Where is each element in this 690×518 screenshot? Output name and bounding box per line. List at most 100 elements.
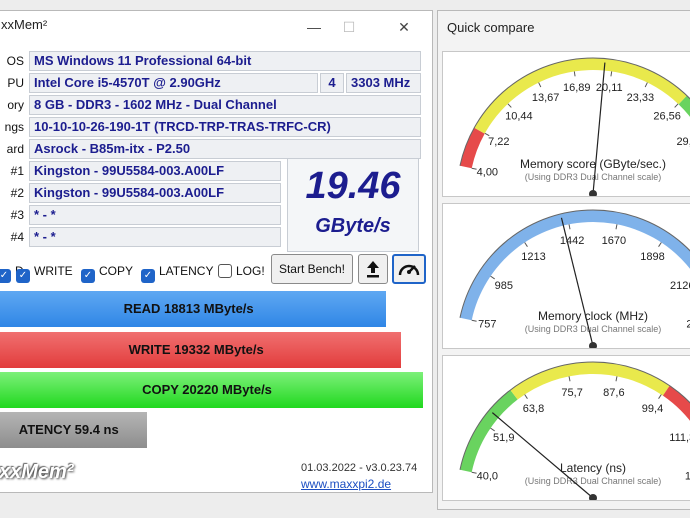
maximize-button[interactable]: ☐ [329, 13, 369, 41]
gauge-band-1 [510, 362, 670, 400]
minimize-button[interactable]: — [294, 13, 334, 41]
gauge-tick-label: 2355 [686, 319, 690, 331]
speedometer-icon [398, 264, 420, 276]
latency-result-row: ATENCY 59.4 ns [0, 412, 423, 448]
gauge-tick-label: 51,9 [493, 432, 514, 444]
speedometer-button[interactable] [392, 254, 426, 284]
latency-checkbox[interactable]: ✓ LATENCY [141, 262, 214, 283]
gauge-tick-label: 63,8 [523, 403, 544, 415]
write-result-text: WRITE 19332 MByte/s [128, 342, 264, 357]
log-checkbox-label: LOG! [236, 264, 265, 278]
copy-checkbox-label: COPY [99, 264, 134, 278]
gauge-band-0 [459, 210, 690, 321]
latency-result-text: ATENCY 59.4 ns [18, 422, 119, 437]
gauge-tick-label: 1213 [521, 251, 545, 263]
gauge-tick-label: 16,89 [563, 82, 591, 94]
dimm4-value: * - * [29, 227, 281, 247]
gauge-title: Memory score (GByte/sec.) [520, 157, 666, 171]
gauge-tick-label: 87,6 [603, 387, 624, 399]
memory-score-gauge: 4,00 7,22 10,44 13,67 16,89 20,11 23,33 26,56 29… [442, 51, 690, 197]
gauge-tick [490, 275, 495, 280]
gauge-band-0 [459, 390, 518, 473]
dimm2-label: #2 [10, 186, 24, 200]
close-button[interactable]: ✕ [384, 13, 424, 41]
timings-label: ngs [4, 120, 24, 134]
score-unit: GByte/s [315, 215, 391, 237]
gauge-tick-label: 29,7 [676, 136, 690, 148]
gauge-tick-label: 2126 [670, 280, 690, 292]
gauge-tick [568, 376, 571, 382]
log-checkbox[interactable]: LOG! [218, 262, 265, 282]
gauge-subtitle: (Using DDR3 Dual Channel scale) [525, 172, 662, 182]
gauge-tick-label: 1670 [602, 235, 626, 247]
gauge-tick [524, 242, 528, 247]
gauge-band-0 [459, 127, 485, 169]
gauge-tick [658, 394, 662, 399]
gauge-band-2 [678, 95, 690, 117]
gauge-tick-label: 757 [478, 319, 496, 331]
gauge-tick-label: 26,56 [653, 110, 681, 122]
copy-result-row: COPY 20220 MByte/s [0, 372, 423, 408]
title-bar[interactable]: xxMem² — ☐ ✕ [0, 11, 432, 44]
gauge-tick [615, 224, 618, 230]
version-date: 01.03.2022 - v3.0.23.74 [301, 462, 418, 474]
read-result-row: READ 18813 MByte/s [0, 291, 423, 327]
check-icon: ✓ [16, 269, 30, 283]
gauge-tick [644, 82, 648, 88]
gauge-tick [471, 319, 477, 322]
latency-gauge-svg: 40,0 51,9 63,8 75,7 87,6 99,4 111,3 123,2 Latenc… [459, 361, 690, 500]
dimm3-label: #3 [10, 208, 24, 222]
write-checkbox[interactable]: ✓ WRITE [16, 262, 73, 283]
os-value: MS Windows 11 Professional 64-bit [29, 51, 421, 71]
unchecked-box-icon [218, 264, 232, 278]
copy-result-text: COPY 20220 MByte/s [142, 382, 272, 397]
gauge-tick-label: 985 [495, 280, 513, 292]
gauge-tick [524, 394, 528, 399]
gauge-tick-label: 10,44 [505, 110, 533, 122]
write-result-bar: WRITE 19332 MByte/s [0, 332, 402, 368]
gauge-tick [507, 103, 512, 108]
gauge-tick-label: 1442 [560, 235, 584, 247]
score-value: 19.46 [305, 165, 401, 207]
memory-score-gauge-svg: 4,00 7,22 10,44 13,6716,89 20,11 23,33 26,56 29… [459, 57, 690, 196]
dimm4-label: #4 [10, 230, 24, 244]
gauge-tick-label: 40,0 [477, 471, 498, 483]
check-icon: ✓ [141, 269, 155, 283]
gauge-subtitle: (Using DDR3 Dual Channel scale) [525, 476, 662, 486]
quick-compare-window: Quick compare 4,00 7,22 10,44 13,67 16,89 20,… [437, 10, 690, 510]
copy-checkbox[interactable]: ✓ COPY [81, 262, 134, 283]
gauge-tick-label: 23,33 [627, 92, 655, 104]
gauge-subtitle: (Using DDR3 Dual Channel scale) [525, 324, 662, 334]
cpu-label: PU [7, 76, 24, 90]
gauge-tick [610, 71, 613, 77]
start-bench-button[interactable]: Start Bench! [271, 254, 353, 284]
maxxmem-logo: xxMem² [0, 461, 74, 483]
gauge-tick [674, 103, 679, 108]
gauge-tick [538, 82, 542, 88]
cpu-cores: 4 [320, 73, 344, 93]
gauge-tick-label: 99,4 [642, 403, 663, 415]
memory-value: 8 GB - DDR3 - 1602 MHz - Dual Channel [29, 95, 421, 115]
dimm1-label: #1 [10, 164, 24, 178]
latency-checkbox-label: LATENCY [159, 264, 214, 278]
latency-result-bar: ATENCY 59.4 ns [0, 412, 147, 448]
window-title: xxMem² [1, 17, 48, 32]
check-icon: ✓ [0, 269, 11, 283]
maxxmem-window: xxMem² — ☐ ✕ OS MS Windows 11 Profession… [0, 10, 433, 493]
upload-button[interactable] [358, 254, 388, 284]
memory-label: ory [7, 98, 24, 112]
check-icon: ✓ [81, 269, 95, 283]
read-result-text: READ 18813 MByte/s [123, 301, 254, 316]
gauge-tick-label: 75,7 [561, 387, 582, 399]
website-link[interactable]: www.maxxpi2.de [301, 477, 391, 491]
gauge-needle-hub [589, 190, 597, 196]
gauge-tick [615, 376, 618, 382]
gauge-tick-label: 7,22 [488, 136, 509, 148]
gauge-tick-label: 1898 [640, 251, 664, 263]
gauge-tick [658, 242, 662, 247]
dimm1-value: Kingston - 99U5584-003.A00LF [29, 161, 281, 181]
board-value: Asrock - B85m-itx - P2.50 [29, 139, 421, 159]
timings-value: 10-10-10-26-190-1T (TRCD-TRP-TRAS-TRFC-C… [29, 117, 421, 137]
upload-icon [367, 261, 379, 278]
dimm3-value: * - * [29, 205, 281, 225]
